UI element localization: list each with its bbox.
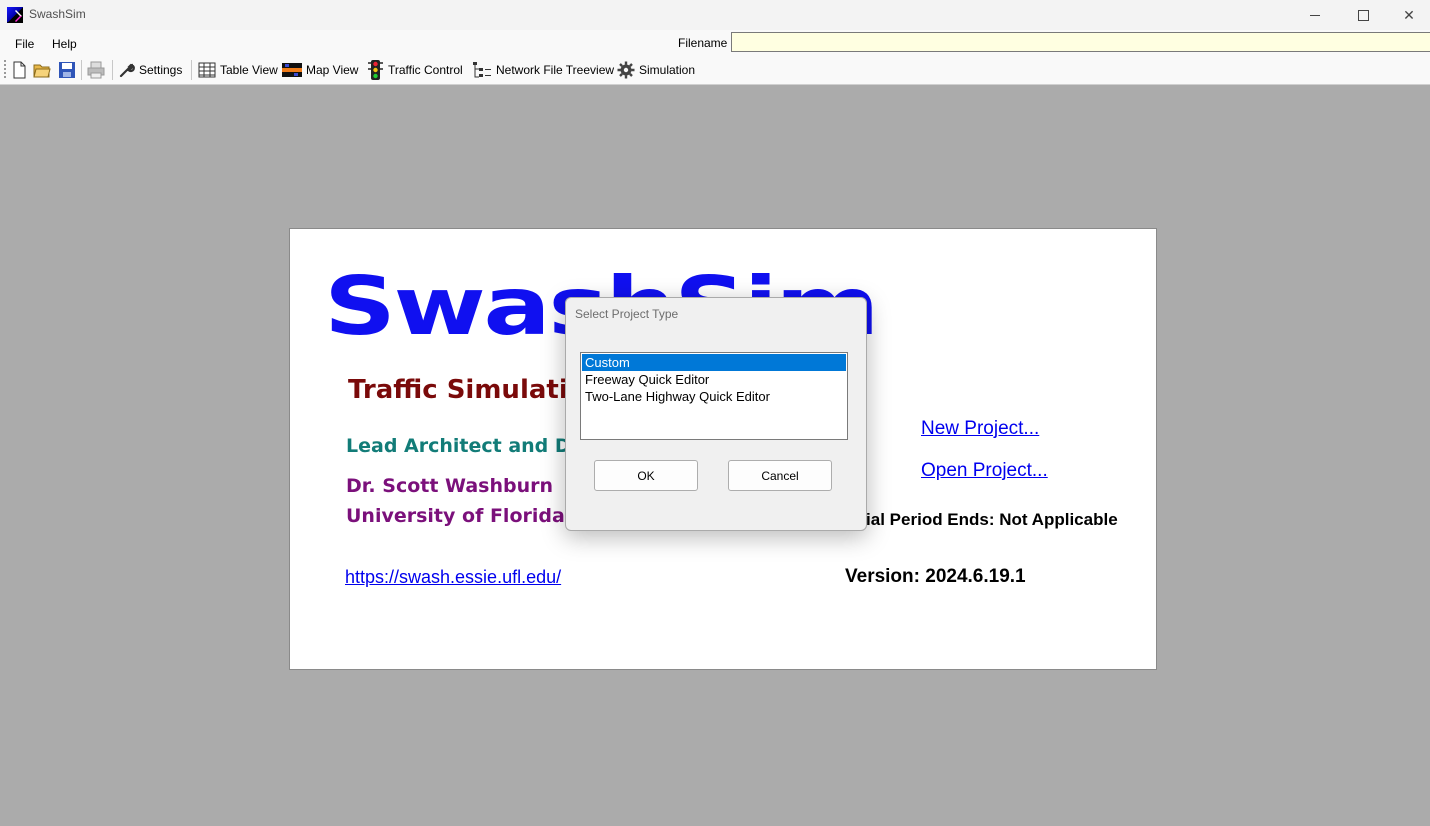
trial-period-label: Trial Period Ends:: [850, 510, 1000, 529]
version-text: Version: 2024.6.19.1: [845, 566, 1026, 587]
open-project-link[interactable]: Open Project...: [921, 460, 1048, 482]
maximize-icon: [1357, 9, 1369, 21]
simulation-button[interactable]: Simulation: [617, 60, 695, 80]
print-icon[interactable]: [87, 61, 105, 79]
select-project-type-dialog: Select Project Type Custom Freeway Quick…: [565, 297, 867, 531]
filename-field[interactable]: [731, 32, 1430, 52]
app-icon: [7, 7, 23, 23]
window-title: SwashSim: [29, 7, 86, 21]
filename-label: Filename: [678, 36, 728, 50]
ok-button[interactable]: OK: [594, 460, 698, 491]
project-type-option-custom[interactable]: Custom: [582, 354, 846, 371]
map-view-label: Map View: [306, 63, 359, 77]
maximize-button[interactable]: [1340, 0, 1386, 30]
new-file-icon[interactable]: [10, 61, 28, 79]
close-button[interactable]: ✕: [1386, 0, 1430, 30]
dialog-title: Select Project Type: [575, 307, 679, 321]
gear-icon: [617, 61, 635, 79]
trial-period-value: Not Applicable: [999, 510, 1118, 529]
traffic-control-button[interactable]: Traffic Control: [367, 60, 463, 80]
toolbar-separator: [191, 60, 192, 80]
simulation-label: Simulation: [639, 63, 696, 77]
minimize-icon: [1310, 14, 1320, 16]
project-type-option-freeway[interactable]: Freeway Quick Editor: [582, 371, 846, 388]
open-folder-icon[interactable]: [33, 61, 51, 79]
wrench-icon: [119, 63, 135, 78]
menu-bar: File Help Filename: [0, 30, 1430, 56]
menu-file[interactable]: File: [15, 37, 34, 51]
new-project-link[interactable]: New Project...: [921, 418, 1039, 440]
project-type-listbox[interactable]: Custom Freeway Quick Editor Two-Lane Hig…: [580, 352, 848, 440]
trial-period: Trial Period Ends: Not Applicable: [850, 510, 1118, 530]
close-icon: ✕: [1403, 6, 1415, 23]
tree-icon: [473, 62, 491, 78]
table-view-button[interactable]: Table View: [198, 60, 278, 80]
toolbar-separator: [81, 60, 82, 80]
traffic-control-label: Traffic Control: [388, 63, 463, 77]
menu-help[interactable]: Help: [52, 37, 77, 51]
university-name: University of Florida: [346, 505, 565, 527]
table-view-label: Table View: [220, 63, 278, 77]
traffic-light-icon: [368, 60, 383, 80]
settings-button[interactable]: Settings: [119, 60, 182, 80]
minimize-button[interactable]: [1292, 0, 1338, 30]
network-file-treeview-button[interactable]: Network File Treeview: [472, 60, 614, 80]
cancel-button[interactable]: Cancel: [728, 460, 832, 491]
map-icon: [282, 63, 302, 77]
save-icon[interactable]: [58, 61, 76, 79]
toolbar-grip[interactable]: [4, 60, 6, 80]
project-type-option-two-lane[interactable]: Two-Lane Highway Quick Editor: [582, 388, 846, 405]
author-name: Dr. Scott Washburn: [346, 475, 554, 497]
title-bar: SwashSim ✕: [0, 0, 1430, 30]
settings-label: Settings: [139, 63, 183, 77]
toolbar: Settings Table View Map View Traffic Con…: [0, 56, 1430, 85]
table-icon: [198, 62, 216, 78]
toolbar-separator: [112, 60, 113, 80]
website-link[interactable]: https://swash.essie.ufl.edu/: [345, 567, 561, 588]
network-file-treeview-label: Network File Treeview: [496, 63, 615, 77]
map-view-button[interactable]: Map View: [282, 60, 358, 80]
